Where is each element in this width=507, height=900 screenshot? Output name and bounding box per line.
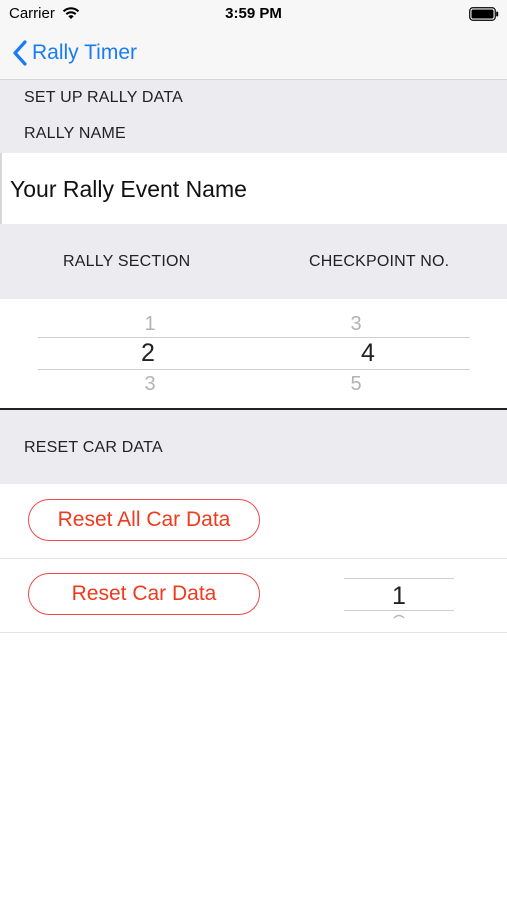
picker-selection-top-line [38,337,470,338]
row-divider-bottom [0,632,507,633]
setup-section-header: SET UP RALLY DATA RALLY NAME [0,80,507,153]
screen: Carrier 3:59 PM Rally Timer SET UP RALLY… [0,0,507,900]
picker-selection-bottom-line [38,369,470,370]
rally-section-selected-value[interactable]: 2 [108,339,188,368]
back-button-label: Rally Timer [32,41,138,64]
reset-section-header: RESET CAR DATA [0,410,507,484]
checkpoint-prev-value[interactable]: 3 [316,313,396,336]
battery-icon [469,7,499,21]
rally-section-next-value[interactable]: 3 [110,373,190,396]
rally-section-picker[interactable]: 1 2 3 [110,299,190,408]
rally-name-cell [0,153,507,224]
setup-header-label: SET UP RALLY DATA [24,89,184,106]
chevron-left-icon [13,40,27,66]
rally-name-input[interactable] [10,171,490,207]
back-button[interactable]: Rally Timer [12,38,137,68]
checkpoint-picker[interactable]: 3 4 5 [318,299,398,408]
checkpoint-next-value[interactable]: 5 [316,373,396,396]
reset-car-data-button[interactable]: Reset Car Data [28,573,260,615]
navigation-bar: Rally Timer [0,28,507,80]
rally-name-header-label: RALLY NAME [24,125,126,142]
car-number-selected-value[interactable]: 1 [344,582,454,611]
car-picker-next-value-glyph [393,614,405,619]
car-number-picker[interactable]: 1 [344,578,454,620]
reset-header-label: RESET CAR DATA [24,439,163,456]
rally-section-prev-value[interactable]: 1 [110,313,190,336]
status-bar: Carrier 3:59 PM [0,0,507,28]
checkpoint-selected-value[interactable]: 4 [328,339,408,368]
checkpoint-header-label: CHECKPOINT NO. [309,253,450,270]
rally-section-header-label: RALLY SECTION [63,253,191,270]
rally-pickers: 1 2 3 3 4 5 [0,299,507,410]
car-picker-bottom-line [344,610,454,611]
car-picker-top-line [344,578,454,579]
reset-all-car-data-button[interactable]: Reset All Car Data [28,499,260,541]
status-time: 3:59 PM [225,5,282,22]
picker-columns-header: RALLY SECTION CHECKPOINT NO. [0,224,507,299]
reset-all-row: Reset All Car Data [0,484,507,558]
